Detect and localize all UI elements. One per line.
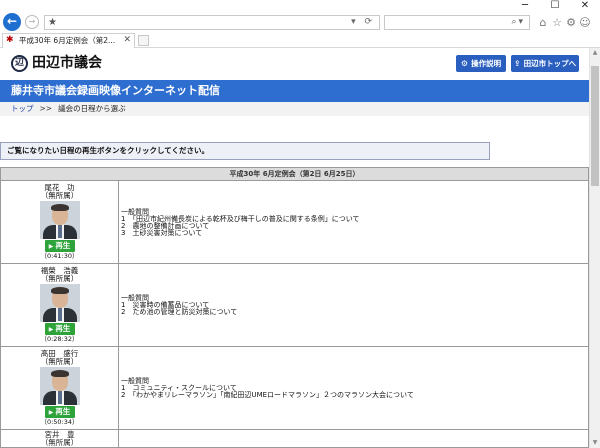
- favorites-icon[interactable]: ☆: [550, 16, 564, 30]
- scroll-down-arrow-icon[interactable]: ▼: [590, 438, 600, 448]
- favorite-star-icon: ★: [48, 17, 57, 28]
- video-duration: （0:50:34）: [40, 418, 79, 426]
- topic-cell: 一般質問 1 コミュニティ・スクールについて 2 「わかやまリレーマラソン」「南…: [118, 346, 589, 430]
- scroll-thumb[interactable]: [591, 66, 599, 186]
- topic-item: 2 ため池の管理と防災対策について: [121, 308, 238, 316]
- smiley-feedback-icon[interactable]: ☺: [578, 16, 592, 30]
- table-row: 福榮 浩義 （無所属） ▶ 再生 （0:28:32） 一般質問 1 災害時の備蓄品…: [0, 263, 589, 347]
- window-titlebar: ─ ☐ ✕: [0, 0, 600, 12]
- tab-strip: ✱ 平成30年 6月定例会（第2... ✕: [0, 32, 600, 48]
- member-cell: 髙田 盛行 （無所属） ▶ 再生 （0:50:34）: [0, 346, 119, 430]
- member-party: （無所属）: [40, 274, 79, 283]
- site-favicon-icon: ✱: [6, 35, 14, 45]
- maximize-button[interactable]: ☐: [540, 0, 570, 12]
- play-button[interactable]: ▶ 再生: [44, 240, 75, 252]
- video-duration: （0:28:32）: [40, 335, 79, 343]
- page-viewport: 辺 田辺市議会 ⚙ 操作説明 ⇪ 田辺市トップへ 藤井寺市議会録画映像インターネット…: [0, 48, 589, 448]
- tab-close-icon[interactable]: ✕: [123, 34, 131, 47]
- page-banner: 藤井寺市議会録画映像インターネット配信: [0, 80, 589, 102]
- tab-current[interactable]: ✱ 平成30年 6月定例会（第2... ✕: [2, 33, 135, 48]
- member-cell: 宮井 豊 （無所属）: [0, 429, 119, 448]
- breadcrumb-current: 議会の日程から選ぶ: [58, 104, 126, 113]
- settings-gear-icon[interactable]: ⚙: [564, 16, 578, 30]
- city-top-button[interactable]: ⇪ 田辺市トップへ: [511, 55, 579, 72]
- table-row: 髙田 盛行 （無所属） ▶ 再生 （0:50:34） 一般質問 1 コミュニティ・…: [0, 346, 589, 430]
- member-cell: 尾花 功 （無所属） ▶ 再生 （0:41:30）: [0, 180, 119, 264]
- address-row: ← → ★ ▾ ⟳ ⌕▾ ⌂ ☆ ⚙ ☺: [0, 12, 600, 32]
- schedule-header: 平成30年 6月定例会（第2日 6月25日）: [0, 167, 589, 181]
- new-tab-button[interactable]: [138, 35, 149, 46]
- play-icon: ▶: [48, 409, 54, 416]
- search-input[interactable]: ⌕▾: [384, 15, 530, 30]
- member-party: （無所属）: [40, 191, 79, 200]
- member-cell: 福榮 浩義 （無所属） ▶ 再生 （0:28:32）: [0, 263, 119, 347]
- table-row: 尾花 功 （無所属） ▶ 再生 （0:41:30） 一般質問 1 「田辺市紀州備長…: [0, 180, 589, 264]
- member-party: （無所属）: [40, 357, 79, 366]
- minimize-button[interactable]: ─: [510, 0, 540, 12]
- manual-button[interactable]: ⚙ 操作説明: [456, 55, 506, 72]
- city-emblem-icon: 辺: [11, 55, 28, 72]
- search-icon[interactable]: ⌕▾: [511, 16, 525, 29]
- back-button[interactable]: ←: [3, 13, 21, 31]
- upload-icon: ⇪: [513, 59, 521, 68]
- scroll-up-arrow-icon[interactable]: ▲: [590, 48, 600, 58]
- play-icon: ▶: [48, 243, 54, 250]
- breadcrumb: トップ >> 議会の日程から選ぶ: [0, 102, 589, 116]
- tab-title: 平成30年 6月定例会（第2...: [19, 36, 116, 45]
- gear-icon: ⚙: [460, 59, 469, 68]
- member-party: （無所属）: [40, 438, 79, 447]
- close-window-button[interactable]: ✕: [570, 0, 600, 12]
- play-icon: ▶: [48, 326, 54, 333]
- member-photo: [39, 367, 80, 405]
- site-header: 辺 田辺市議会 ⚙ 操作説明 ⇪ 田辺市トップへ: [0, 48, 589, 80]
- manual-button-label: 操作説明: [471, 59, 502, 68]
- instruction-box: ご覧になりたい日程の再生ボタンをクリックしてください。: [0, 142, 490, 160]
- video-duration: （0:41:30）: [40, 252, 79, 260]
- address-refresh-icon[interactable]: ▾ ⟳: [351, 16, 375, 29]
- table-row: 宮井 豊 （無所属）: [0, 429, 589, 448]
- address-bar[interactable]: ★ ▾ ⟳: [44, 15, 380, 30]
- topic-cell: [118, 429, 589, 448]
- breadcrumb-home-link[interactable]: トップ: [11, 104, 34, 113]
- city-top-button-label: 田辺市トップへ: [523, 59, 577, 68]
- breadcrumb-separator: >>: [39, 104, 53, 113]
- browser-toolbar-icons: ⌂ ☆ ⚙ ☺: [536, 16, 600, 30]
- play-button[interactable]: ▶ 再生: [44, 406, 75, 418]
- play-button[interactable]: ▶ 再生: [44, 323, 75, 335]
- home-icon[interactable]: ⌂: [536, 16, 550, 30]
- member-photo: [39, 201, 80, 239]
- member-photo: [39, 284, 80, 322]
- topic-cell: 一般質問 1 災害時の備蓄品について 2 ため池の管理と防災対策について: [118, 263, 589, 347]
- topic-item: 3 土砂災害対策について: [121, 228, 203, 237]
- forward-button[interactable]: →: [25, 15, 39, 29]
- page-scrollbar[interactable]: ▲ ▼: [589, 48, 600, 448]
- topic-item: 2 「わかやまリレーマラソン」「南紀田辺UMEロードマラソン」２つのマラソン大会…: [121, 391, 414, 399]
- site-title[interactable]: 田辺市議会: [32, 54, 102, 72]
- topic-cell: 一般質問 1 「田辺市紀州備長炭による乾杯及び梅干しの普及に関する条例」について…: [118, 180, 589, 264]
- schedule-table: 平成30年 6月定例会（第2日 6月25日） 尾花 功 （無所属） ▶ 再生 （0…: [0, 167, 589, 448]
